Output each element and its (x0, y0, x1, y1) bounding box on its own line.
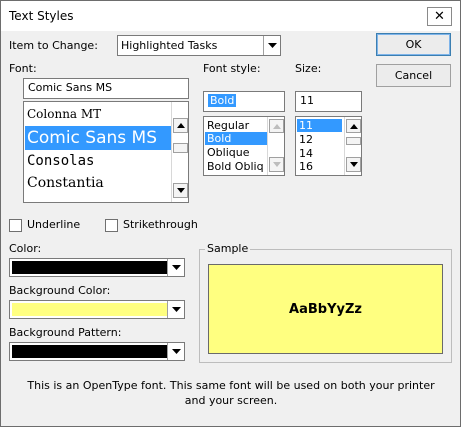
chevron-down-icon (272, 162, 281, 167)
background-color-label: Background Color: (9, 284, 111, 297)
size-item-selected[interactable]: 11 (297, 119, 342, 132)
item-to-change-dropdown-button[interactable] (263, 36, 280, 55)
scroll-thumb[interactable] (346, 137, 361, 145)
background-pattern-swatch (12, 345, 167, 358)
chevron-down-icon (267, 43, 277, 48)
underline-checkbox[interactable] (9, 219, 22, 232)
font-list[interactable]: Colonna MT Comic Sans MS Consolas Consta… (23, 101, 189, 203)
scroll-down-button[interactable] (173, 183, 188, 198)
font-list-item[interactable]: Colonna MT (25, 104, 172, 124)
title-bar: Text Styles ✕ (1, 1, 460, 31)
font-style-item[interactable]: Bold Obliq (205, 160, 267, 173)
font-style-item[interactable]: Oblique (205, 146, 267, 159)
size-item[interactable]: 16 (297, 160, 342, 173)
chevron-down-icon (171, 307, 181, 312)
text-styles-dialog: Text Styles ✕ Item to Change: Highlighte… (0, 0, 461, 427)
scroll-thumb[interactable] (173, 143, 188, 153)
scroll-up-button[interactable] (173, 118, 188, 133)
font-label: Font: (9, 62, 37, 75)
chevron-up-icon (272, 123, 281, 129)
sample-text: AaBbYyZz (289, 301, 362, 317)
background-pattern-select[interactable] (9, 342, 185, 361)
strikethrough-checkbox[interactable] (105, 219, 118, 232)
color-dropdown-button[interactable] (167, 259, 184, 276)
font-input[interactable]: Comic Sans MS (23, 78, 189, 99)
size-label: Size: (295, 62, 322, 75)
size-item[interactable]: 14 (297, 147, 342, 160)
chevron-down-icon (176, 188, 185, 193)
font-list-item[interactable]: Consolas (25, 150, 172, 172)
font-style-label: Font style: (203, 62, 261, 75)
item-to-change-label: Item to Change: (9, 39, 98, 52)
size-scrollbar[interactable] (344, 117, 361, 175)
color-swatch (12, 261, 167, 274)
ok-button[interactable]: OK (376, 33, 451, 56)
chevron-up-icon (349, 123, 358, 129)
chevron-up-icon (176, 123, 185, 128)
color-select[interactable] (9, 258, 185, 277)
font-style-item-selected[interactable]: Bold (205, 132, 267, 145)
font-style-list[interactable]: Regular Bold Oblique Bold Obliq (203, 116, 285, 176)
font-input-value: Comic Sans MS (28, 81, 113, 94)
font-style-item[interactable]: Regular (205, 119, 267, 132)
font-list-item[interactable]: Constantia (25, 172, 172, 194)
cancel-button[interactable]: Cancel (376, 64, 451, 87)
background-color-dropdown-button[interactable] (167, 301, 184, 318)
sample-label: Sample (205, 242, 251, 255)
item-to-change-select[interactable]: Highlighted Tasks (117, 35, 281, 56)
scroll-up-button[interactable] (346, 119, 361, 133)
strikethrough-label: Strikethrough (123, 218, 198, 231)
cancel-button-label: Cancel (394, 69, 433, 82)
sample-preview: AaBbYyZz (208, 264, 443, 354)
scroll-down-button[interactable] (269, 157, 284, 172)
background-color-select[interactable] (9, 300, 185, 319)
size-input[interactable]: 11 (295, 91, 362, 112)
close-icon: ✕ (434, 9, 445, 24)
size-item[interactable]: 12 (297, 133, 342, 146)
chevron-down-icon (171, 265, 181, 270)
item-to-change-value: Highlighted Tasks (121, 39, 218, 52)
background-pattern-label: Background Pattern: (9, 326, 122, 339)
font-style-input-value: Bold (208, 94, 237, 107)
close-button[interactable]: ✕ (427, 7, 452, 26)
window-title: Text Styles (9, 9, 74, 23)
chevron-down-icon (349, 162, 358, 167)
font-list-item-selected[interactable]: Comic Sans MS (25, 126, 172, 150)
underline-label: Underline (27, 218, 81, 231)
font-style-input[interactable]: Bold (203, 91, 285, 112)
size-input-value: 11 (300, 94, 314, 107)
font-info-text: This is an OpenType font. This same font… (27, 379, 435, 407)
color-label: Color: (9, 242, 42, 255)
scroll-up-button[interactable] (269, 119, 284, 133)
background-pattern-dropdown-button[interactable] (167, 343, 184, 360)
size-list[interactable]: 11 12 14 16 (295, 116, 362, 176)
background-color-swatch (12, 303, 167, 316)
ok-button-label: OK (405, 38, 422, 51)
font-style-scrollbar[interactable] (267, 117, 284, 175)
chevron-down-icon (171, 349, 181, 354)
scroll-down-button[interactable] (346, 157, 361, 172)
font-list-scrollbar[interactable] (171, 102, 188, 202)
